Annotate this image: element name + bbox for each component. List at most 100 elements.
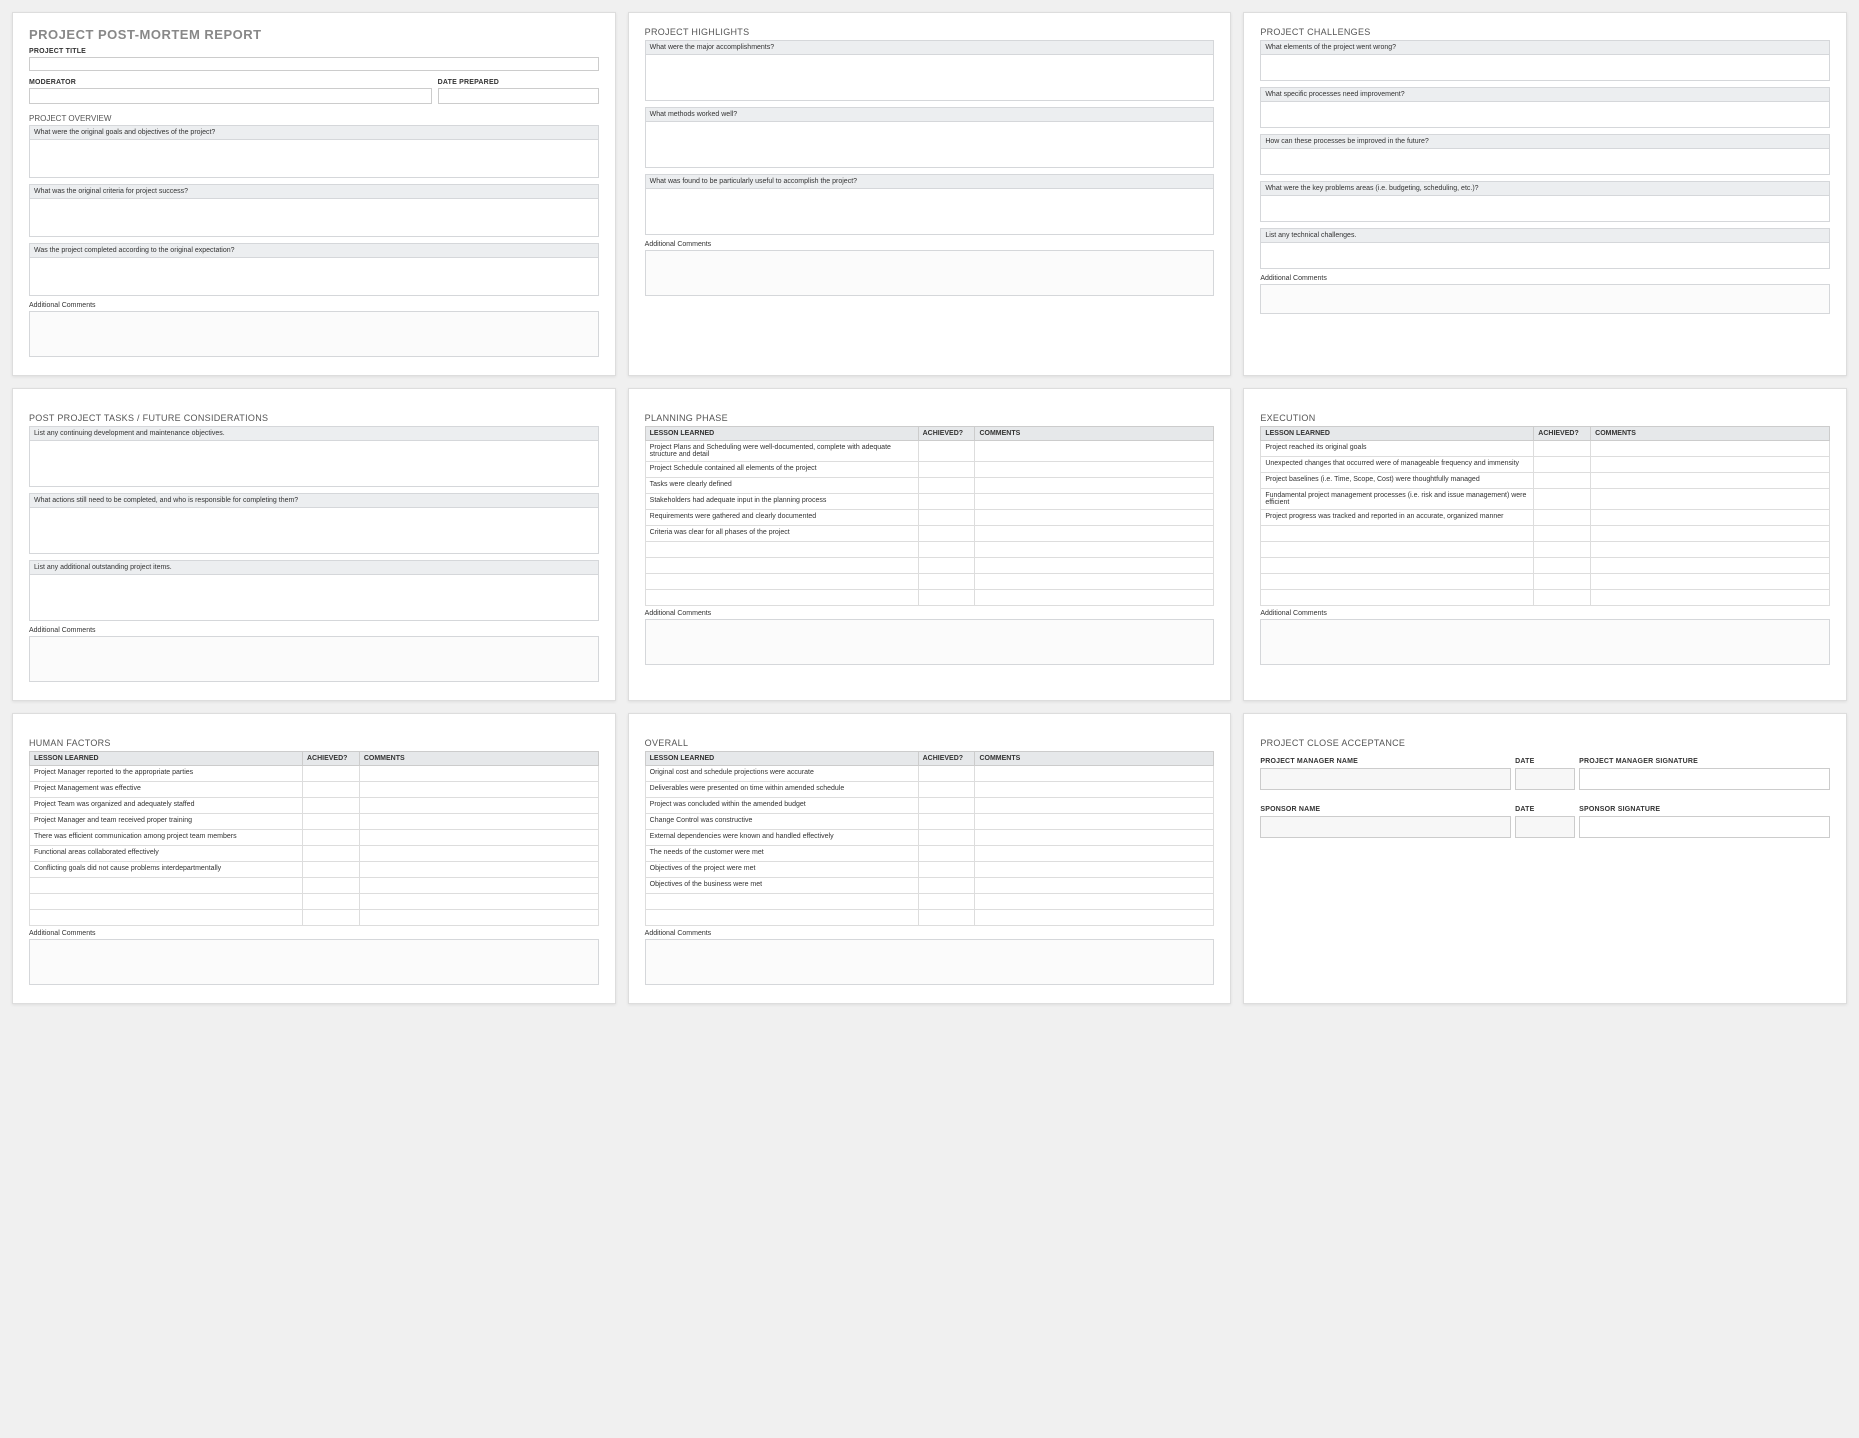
input-date-2[interactable] xyxy=(1515,816,1575,838)
cell-comments[interactable] xyxy=(1591,441,1830,457)
cell-comments[interactable] xyxy=(975,766,1214,782)
cell-achieved[interactable] xyxy=(1534,457,1591,473)
challenges-a5[interactable] xyxy=(1260,243,1830,269)
cell-achieved[interactable] xyxy=(302,862,359,878)
cell-comments[interactable] xyxy=(359,830,598,846)
cell-comments[interactable] xyxy=(359,910,598,926)
cell-comments[interactable] xyxy=(359,862,598,878)
execution-comments-box[interactable] xyxy=(1260,619,1830,665)
cell-comments[interactable] xyxy=(975,478,1214,494)
highlights-a3[interactable] xyxy=(645,189,1215,235)
cell-achieved[interactable] xyxy=(1534,542,1591,558)
cell-achieved[interactable] xyxy=(918,478,975,494)
postproject-a2[interactable] xyxy=(29,508,599,554)
challenges-a4[interactable] xyxy=(1260,196,1830,222)
cell-achieved[interactable] xyxy=(302,830,359,846)
cell-comments[interactable] xyxy=(359,782,598,798)
input-sponsor-name[interactable] xyxy=(1260,816,1511,838)
cell-comments[interactable] xyxy=(975,894,1214,910)
cell-achieved[interactable] xyxy=(918,878,975,894)
cell-achieved[interactable] xyxy=(918,510,975,526)
cell-achieved[interactable] xyxy=(918,526,975,542)
cell-achieved[interactable] xyxy=(302,782,359,798)
cell-achieved[interactable] xyxy=(302,766,359,782)
challenges-a2[interactable] xyxy=(1260,102,1830,128)
cell-achieved[interactable] xyxy=(1534,489,1591,510)
cell-achieved[interactable] xyxy=(302,894,359,910)
cell-comments[interactable] xyxy=(975,814,1214,830)
cell-comments[interactable] xyxy=(1591,510,1830,526)
planning-comments-box[interactable] xyxy=(645,619,1215,665)
highlights-a1[interactable] xyxy=(645,55,1215,101)
cell-achieved[interactable] xyxy=(302,846,359,862)
cell-comments[interactable] xyxy=(1591,558,1830,574)
human-comments-box[interactable] xyxy=(29,939,599,985)
cell-achieved[interactable] xyxy=(918,910,975,926)
cell-comments[interactable] xyxy=(975,574,1214,590)
cell-achieved[interactable] xyxy=(918,894,975,910)
overview-a1[interactable] xyxy=(29,140,599,178)
cell-achieved[interactable] xyxy=(302,798,359,814)
cell-achieved[interactable] xyxy=(918,782,975,798)
cell-achieved[interactable] xyxy=(1534,558,1591,574)
cell-comments[interactable] xyxy=(1591,473,1830,489)
cell-comments[interactable] xyxy=(975,558,1214,574)
cell-achieved[interactable] xyxy=(302,814,359,830)
highlights-comments-box[interactable] xyxy=(645,250,1215,296)
cell-achieved[interactable] xyxy=(1534,574,1591,590)
input-date-1[interactable] xyxy=(1515,768,1575,790)
overview-a2[interactable] xyxy=(29,199,599,237)
cell-comments[interactable] xyxy=(975,526,1214,542)
cell-achieved[interactable] xyxy=(918,798,975,814)
cell-comments[interactable] xyxy=(1591,542,1830,558)
challenges-comments-box[interactable] xyxy=(1260,284,1830,314)
cell-achieved[interactable] xyxy=(918,590,975,606)
cell-comments[interactable] xyxy=(359,798,598,814)
overview-comments-box[interactable] xyxy=(29,311,599,357)
cell-comments[interactable] xyxy=(359,894,598,910)
input-sponsor-sig[interactable] xyxy=(1579,816,1830,838)
cell-comments[interactable] xyxy=(975,494,1214,510)
cell-achieved[interactable] xyxy=(1534,510,1591,526)
cell-achieved[interactable] xyxy=(1534,441,1591,457)
cell-comments[interactable] xyxy=(975,590,1214,606)
cell-achieved[interactable] xyxy=(1534,526,1591,542)
input-date-prepared[interactable] xyxy=(438,88,599,104)
cell-achieved[interactable] xyxy=(1534,590,1591,606)
postproject-comments-box[interactable] xyxy=(29,636,599,682)
cell-achieved[interactable] xyxy=(918,494,975,510)
cell-comments[interactable] xyxy=(975,542,1214,558)
cell-achieved[interactable] xyxy=(918,574,975,590)
cell-achieved[interactable] xyxy=(302,910,359,926)
cell-comments[interactable] xyxy=(975,441,1214,462)
cell-achieved[interactable] xyxy=(1534,473,1591,489)
input-project-title[interactable] xyxy=(29,57,599,71)
cell-comments[interactable] xyxy=(975,878,1214,894)
cell-comments[interactable] xyxy=(975,462,1214,478)
cell-comments[interactable] xyxy=(975,846,1214,862)
cell-achieved[interactable] xyxy=(918,462,975,478)
cell-achieved[interactable] xyxy=(302,878,359,894)
input-pm-sig[interactable] xyxy=(1579,768,1830,790)
postproject-a3[interactable] xyxy=(29,575,599,621)
input-moderator[interactable] xyxy=(29,88,432,104)
cell-achieved[interactable] xyxy=(918,558,975,574)
cell-comments[interactable] xyxy=(359,766,598,782)
postproject-a1[interactable] xyxy=(29,441,599,487)
cell-achieved[interactable] xyxy=(918,766,975,782)
cell-comments[interactable] xyxy=(1591,526,1830,542)
cell-achieved[interactable] xyxy=(918,830,975,846)
highlights-a2[interactable] xyxy=(645,122,1215,168)
cell-comments[interactable] xyxy=(975,910,1214,926)
cell-comments[interactable] xyxy=(975,862,1214,878)
cell-comments[interactable] xyxy=(1591,457,1830,473)
challenges-a1[interactable] xyxy=(1260,55,1830,81)
cell-comments[interactable] xyxy=(975,510,1214,526)
cell-comments[interactable] xyxy=(1591,489,1830,510)
input-pm-name[interactable] xyxy=(1260,768,1511,790)
cell-comments[interactable] xyxy=(975,798,1214,814)
cell-achieved[interactable] xyxy=(918,862,975,878)
cell-comments[interactable] xyxy=(975,782,1214,798)
cell-achieved[interactable] xyxy=(918,441,975,462)
cell-comments[interactable] xyxy=(359,846,598,862)
